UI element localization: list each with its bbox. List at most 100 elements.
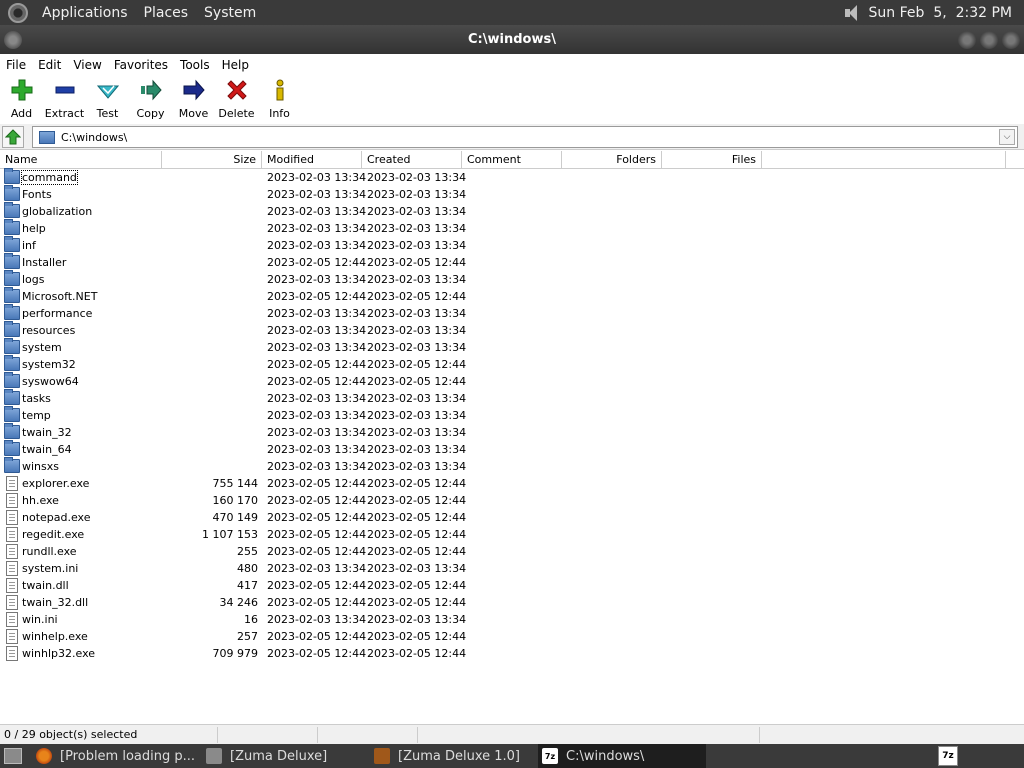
list-row[interactable]: tasks 2023-02-03 13:34 2023-02-03 13:34 xyxy=(0,389,1024,407)
cell-created: 2023-02-03 13:34 xyxy=(367,613,467,626)
cell-modified: 2023-02-05 12:44 xyxy=(267,256,367,269)
path-dropdown-button[interactable]: ⌵ xyxy=(999,129,1015,145)
cell-size xyxy=(162,305,258,322)
delete-button[interactable]: Delete xyxy=(215,75,258,123)
cell-name: winhlp32.exe xyxy=(22,647,96,660)
column-name[interactable]: Name xyxy=(0,151,162,169)
task-zuma-folder[interactable]: [Zuma Deluxe] xyxy=(206,744,372,768)
column-files[interactable]: Files xyxy=(662,151,762,169)
minimize-button[interactable] xyxy=(958,31,976,49)
list-row[interactable]: syswow64 2023-02-05 12:44 2023-02-05 12:44 xyxy=(0,372,1024,390)
list-row[interactable]: system.ini 480 2023-02-03 13:34 2023-02-03 … xyxy=(0,560,1024,577)
close-button[interactable] xyxy=(1002,31,1020,49)
file-icon xyxy=(6,510,18,525)
cell-name: Microsoft.NET xyxy=(22,290,98,303)
list-row[interactable]: system32 2023-02-05 12:44 2023-02-05 12:44 xyxy=(0,355,1024,373)
test-button[interactable]: Test xyxy=(86,75,129,123)
address-bar: C:\windows\ ⌵ xyxy=(0,124,1024,150)
file-list[interactable]: Name Size Modified Created Comment Folde… xyxy=(0,151,1024,723)
list-row[interactable]: win.ini 16 2023-02-03 13:34 2023-02-03 13:3… xyxy=(0,611,1024,628)
show-desktop-icon[interactable] xyxy=(4,748,22,764)
file-icon xyxy=(6,612,18,627)
list-row[interactable]: winsxs 2023-02-03 13:34 2023-02-03 13:34 xyxy=(0,457,1024,475)
cell-name: system xyxy=(22,341,62,354)
menu-tools[interactable]: Tools xyxy=(174,58,216,72)
list-row[interactable]: inf 2023-02-03 13:34 2023-02-03 13:34 xyxy=(0,236,1024,254)
cell-created: 2023-02-03 13:34 xyxy=(367,409,467,422)
info-button[interactable]: Info xyxy=(258,75,301,123)
list-row[interactable]: Fonts 2023-02-03 13:34 2023-02-03 13:34 xyxy=(0,185,1024,203)
cell-size: 755 144 xyxy=(212,477,259,490)
system-menu[interactable]: System xyxy=(196,5,264,21)
list-row[interactable]: temp 2023-02-03 13:34 2023-02-03 13:34 xyxy=(0,406,1024,424)
add-label: Add xyxy=(10,107,33,120)
list-row[interactable]: twain_32.dll 34 246 2023-02-05 12:44 2023-0… xyxy=(0,594,1024,611)
column-size[interactable]: Size xyxy=(162,151,262,169)
list-row[interactable]: Microsoft.NET 2023-02-05 12:44 2023-02-05 … xyxy=(0,287,1024,305)
path-combobox[interactable]: C:\windows\ ⌵ xyxy=(32,126,1018,148)
cell-modified: 2023-02-05 12:44 xyxy=(267,477,367,490)
list-row[interactable]: winhlp32.exe 709 979 2023-02-05 12:44 2023-… xyxy=(0,645,1024,662)
cell-modified: 2023-02-05 12:44 xyxy=(267,358,367,371)
cell-size xyxy=(162,424,258,441)
applications-menu[interactable]: Applications xyxy=(34,5,136,21)
menu-view[interactable]: View xyxy=(67,58,107,72)
cell-created: 2023-02-05 12:44 xyxy=(367,647,467,660)
task-firefox[interactable]: [Problem loading p... xyxy=(36,744,202,768)
list-row[interactable]: resources 2023-02-03 13:34 2023-02-03 13:3… xyxy=(0,321,1024,339)
extract-button[interactable]: Extract xyxy=(43,75,86,123)
list-row[interactable]: winhelp.exe 257 2023-02-05 12:44 2023-02-05… xyxy=(0,628,1024,645)
list-row[interactable]: command 2023-02-03 13:34 2023-02-03 13:34 xyxy=(0,168,1024,186)
list-row[interactable]: system 2023-02-03 13:34 2023-02-03 13:34 xyxy=(0,338,1024,356)
list-row[interactable]: regedit.exe 1 107 153 2023-02-05 12:44 2023… xyxy=(0,526,1024,543)
column-folders[interactable]: Folders xyxy=(562,151,662,169)
list-row[interactable]: explorer.exe 755 144 2023-02-05 12:44 2023-… xyxy=(0,475,1024,492)
folder-icon xyxy=(4,321,20,337)
copy-arrow-icon xyxy=(139,79,163,101)
list-row[interactable]: help 2023-02-03 13:34 2023-02-03 13:34 xyxy=(0,219,1024,237)
window-menu-icon[interactable] xyxy=(4,31,22,49)
places-menu[interactable]: Places xyxy=(136,5,197,21)
up-folder-button[interactable] xyxy=(2,126,24,148)
cell-modified: 2023-02-03 13:34 xyxy=(267,188,367,201)
menu-edit[interactable]: Edit xyxy=(32,58,67,72)
cell-name: globalization xyxy=(22,205,93,218)
column-comment[interactable]: Comment xyxy=(462,151,562,169)
list-row[interactable]: twain.dll 417 2023-02-05 12:44 2023-02-05 1… xyxy=(0,577,1024,594)
list-row[interactable]: hh.exe 160 170 2023-02-05 12:44 2023-02-05 … xyxy=(0,492,1024,509)
menu-file[interactable]: File xyxy=(0,58,32,72)
list-row[interactable]: logs 2023-02-03 13:34 2023-02-03 13:34 xyxy=(0,270,1024,288)
column-created[interactable]: Created xyxy=(362,151,462,169)
copy-button[interactable]: Copy xyxy=(129,75,172,123)
7zip-tray-icon[interactable]: 7z xyxy=(938,746,958,766)
cell-size xyxy=(162,322,258,339)
cell-created: 2023-02-03 13:34 xyxy=(367,324,467,337)
clock[interactable]: Sun Feb 5, 2:32 PM xyxy=(869,5,1012,21)
list-row[interactable]: performance 2023-02-03 13:34 2023-02-03 13… xyxy=(0,304,1024,322)
menu-help[interactable]: Help xyxy=(216,58,255,72)
gnome-foot-icon[interactable] xyxy=(8,2,28,23)
task-zuma-game[interactable]: [Zuma Deluxe 1.0] xyxy=(374,744,538,768)
column-modified[interactable]: Modified xyxy=(262,151,362,169)
list-row[interactable]: rundll.exe 255 2023-02-05 12:44 2023-02-05 … xyxy=(0,543,1024,560)
move-button[interactable]: Move xyxy=(172,75,215,123)
list-row[interactable]: Installer 2023-02-05 12:44 2023-02-05 12:4… xyxy=(0,253,1024,271)
file-icon xyxy=(6,527,18,542)
cell-size xyxy=(162,237,258,254)
maximize-button[interactable] xyxy=(980,31,998,49)
cell-modified: 2023-02-03 13:34 xyxy=(267,171,367,184)
window-titlebar[interactable]: C:\windows\ xyxy=(0,25,1024,54)
list-row[interactable]: notepad.exe 470 149 2023-02-05 12:44 2023-0… xyxy=(0,509,1024,526)
list-row[interactable]: globalization 2023-02-03 13:34 2023-02-03 … xyxy=(0,202,1024,220)
volume-icon[interactable] xyxy=(843,4,861,22)
cell-size: 34 246 xyxy=(219,596,259,609)
task-7zip-window[interactable]: 7z C:\windows\ xyxy=(538,744,706,768)
add-button[interactable]: Add xyxy=(0,75,43,123)
delete-label: Delete xyxy=(218,107,255,120)
cell-created: 2023-02-05 12:44 xyxy=(367,494,467,507)
folder-icon xyxy=(4,440,20,456)
list-row[interactable]: twain_32 2023-02-03 13:34 2023-02-03 13:34 xyxy=(0,423,1024,441)
list-row[interactable]: twain_64 2023-02-03 13:34 2023-02-03 13:34 xyxy=(0,440,1024,458)
cell-size xyxy=(162,203,258,220)
menu-favorites[interactable]: Favorites xyxy=(108,58,174,72)
